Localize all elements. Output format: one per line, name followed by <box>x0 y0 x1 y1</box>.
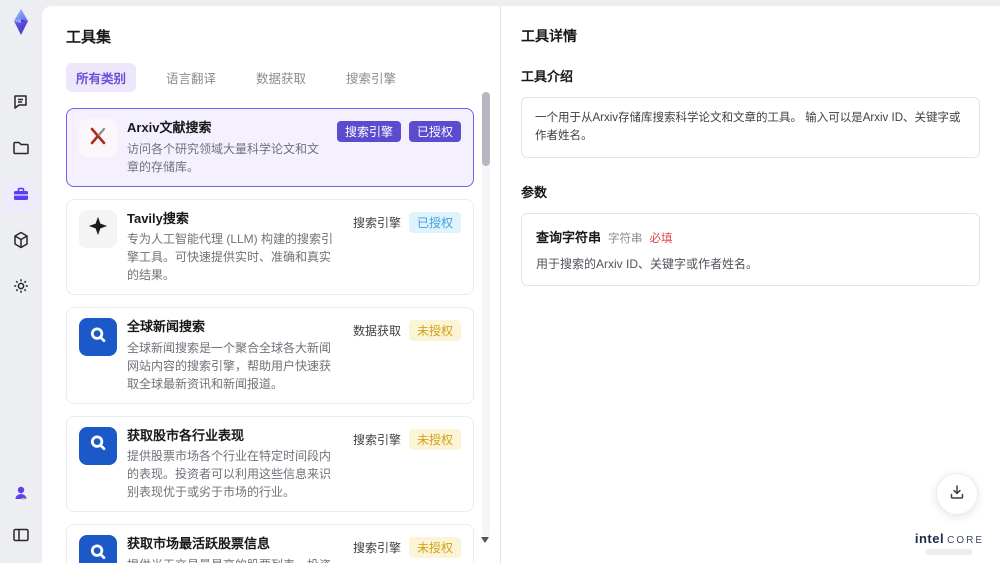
parameter-card-0: 查询字符串 字符串 必填 用于搜索的Arxiv ID、关键字或作者姓名。 <box>521 212 980 286</box>
gear-icon <box>11 276 31 301</box>
intel-core-text: CORE <box>947 535 984 546</box>
tool-name: Arxiv文献搜索 <box>127 120 212 135</box>
tool-name: 获取股市各行业表现 <box>127 427 245 443</box>
param-required-label: 必填 <box>649 232 673 245</box>
page-title: 工具集 <box>66 29 112 46</box>
sidebar-bottom <box>0 479 42 553</box>
tool-description: 提供当天交易量最高的股票列表，投资者可以利用这些信息来识别流动性强的股票和潜在的… <box>127 556 343 563</box>
tool-card-2[interactable]: 全球新闻搜索 全球新闻搜索是一个聚合全球各大新闻网站内容的搜索引擎，帮助用户快速… <box>66 307 474 404</box>
sidebar-item-files[interactable] <box>5 134 37 166</box>
search-q-icon <box>87 324 109 351</box>
tool-category-label: 搜索引擎 <box>336 121 401 142</box>
search-q-icon <box>87 432 109 459</box>
briefcase-icon <box>11 184 31 209</box>
user-icon <box>11 483 31 508</box>
params-heading: 参数 <box>521 184 548 200</box>
download-button[interactable] <box>936 473 978 515</box>
sidebar-item-account[interactable] <box>5 479 37 511</box>
intro-heading: 工具介绍 <box>521 69 574 84</box>
tool-status-badge: 未授权 <box>408 428 461 450</box>
category-tab-3[interactable]: 搜索引擎 <box>336 63 406 92</box>
tool-card-4[interactable]: 获取市场最活跃股票信息 提供当天交易量最高的股票列表，投资者可以利用这些信息来识… <box>66 524 474 563</box>
sidebar-nav <box>5 88 37 304</box>
tool-status-badge: 已授权 <box>408 211 461 233</box>
scrollbar-thumb[interactable] <box>482 92 490 166</box>
intel-logo-subtext <box>926 549 973 555</box>
app-window: 工具集 所有类别 语言翻译 数据获取 搜索引擎 Arxiv文献搜索 访问各个研究领域大… <box>0 0 1000 563</box>
intel-logo-text: intel <box>914 531 945 546</box>
tool-card-3[interactable]: 获取股市各行业表现 提供股票市场各个行业在特定时间段内的表现。投资者可以利用这些… <box>66 415 474 513</box>
tool-description: 访问各个研究领域大量科学论文和文章的存储库。 <box>127 141 320 174</box>
tool-category-label: 数据获取 <box>352 324 401 339</box>
tool-status-badge: 已授权 <box>408 121 461 142</box>
tool-description: 专为人工智能代理 (LLM) 构建的搜索引擎工具。可快速提供实时、准确和真实的结… <box>127 232 334 283</box>
sidebar <box>0 0 42 563</box>
tool-name: 全球新闻搜索 <box>127 319 206 335</box>
chat-icon <box>11 92 31 117</box>
tool-list-panel: 工具集 所有类别 语言翻译 数据获取 搜索引擎 Arxiv文献搜索 访问各个研究领域大… <box>42 6 500 563</box>
cube-icon <box>11 230 31 255</box>
tool-card-1[interactable]: Tavily搜索 专为人工智能代理 (LLM) 构建的搜索引擎工具。可快速提供实… <box>66 198 474 296</box>
category-tab-2[interactable]: 数据获取 <box>246 63 316 92</box>
sidebar-item-packages[interactable] <box>5 226 37 258</box>
param-type: 字符串 <box>608 232 643 245</box>
tool-category-label: 搜索引擎 <box>352 215 401 230</box>
sidebar-item-collapse[interactable] <box>5 521 37 553</box>
sidebar-item-settings[interactable] <box>5 272 37 304</box>
detail-title: 工具详情 <box>521 28 577 44</box>
intel-core-logo: intel CORE <box>915 532 984 555</box>
intro-text-box: 一个用于从Arxiv存储库搜索科学论文和文章的工具。 输入可以是Arxiv ID… <box>521 97 980 158</box>
tavily-star-icon <box>87 215 109 242</box>
main-panel: 工具集 所有类别 语言翻译 数据获取 搜索引擎 Arxiv文献搜索 访问各个研究领域大… <box>42 6 1000 563</box>
tool-description: 提供股票市场各个行业在特定时间段内的表现。投资者可以利用这些信息来识别表现优于或… <box>127 449 332 500</box>
params-list: 查询字符串 字符串 必填 用于搜索的Arxiv ID、关键字或作者姓名。 <box>521 212 980 286</box>
param-description: 用于搜索的Arxiv ID、关键字或作者姓名。 <box>536 256 759 271</box>
tool-status-badge: 未授权 <box>408 320 461 342</box>
sidebar-item-chat[interactable] <box>5 88 37 120</box>
tool-name: Tavily搜索 <box>127 210 189 226</box>
param-name: 查询字符串 <box>536 229 602 245</box>
folder-icon <box>11 138 31 163</box>
tool-card-0[interactable]: Arxiv文献搜索 访问各个研究领域大量科学论文和文章的存储库。 搜索引擎 已授权 <box>66 108 474 187</box>
tool-category-label: 搜索引擎 <box>352 432 401 447</box>
app-logo-icon[interactable] <box>7 8 35 36</box>
tool-category-label: 搜索引擎 <box>352 541 401 556</box>
tool-status-badge: 未授权 <box>408 537 461 559</box>
collapse-panel-icon <box>11 525 31 550</box>
tool-description: 全球新闻搜索是一个聚合全球各大新闻网站内容的搜索引擎，帮助用户快速获取全球最新资… <box>127 340 332 391</box>
search-q-icon <box>87 541 109 563</box>
tool-name: 获取市场最活跃股票信息 <box>127 536 271 552</box>
arxiv-x-icon <box>86 124 110 153</box>
scrollbar-down-arrow-icon[interactable] <box>481 537 489 543</box>
list-scrollbar[interactable] <box>482 92 490 537</box>
sidebar-item-tools[interactable] <box>5 180 37 212</box>
tool-list: Arxiv文献搜索 访问各个研究领域大量科学论文和文章的存储库。 搜索引擎 已授权… <box>66 108 474 563</box>
category-tab-0[interactable]: 所有类别 <box>66 63 137 92</box>
download-icon <box>948 483 966 506</box>
tool-detail-panel: 工具详情 工具介绍 一个用于从Arxiv存储库搜索科学论文和文章的工具。 输入可… <box>500 6 1000 563</box>
category-tab-1[interactable]: 语言翻译 <box>156 63 226 92</box>
category-tabs: 所有类别 语言翻译 数据获取 搜索引擎 <box>66 63 474 92</box>
